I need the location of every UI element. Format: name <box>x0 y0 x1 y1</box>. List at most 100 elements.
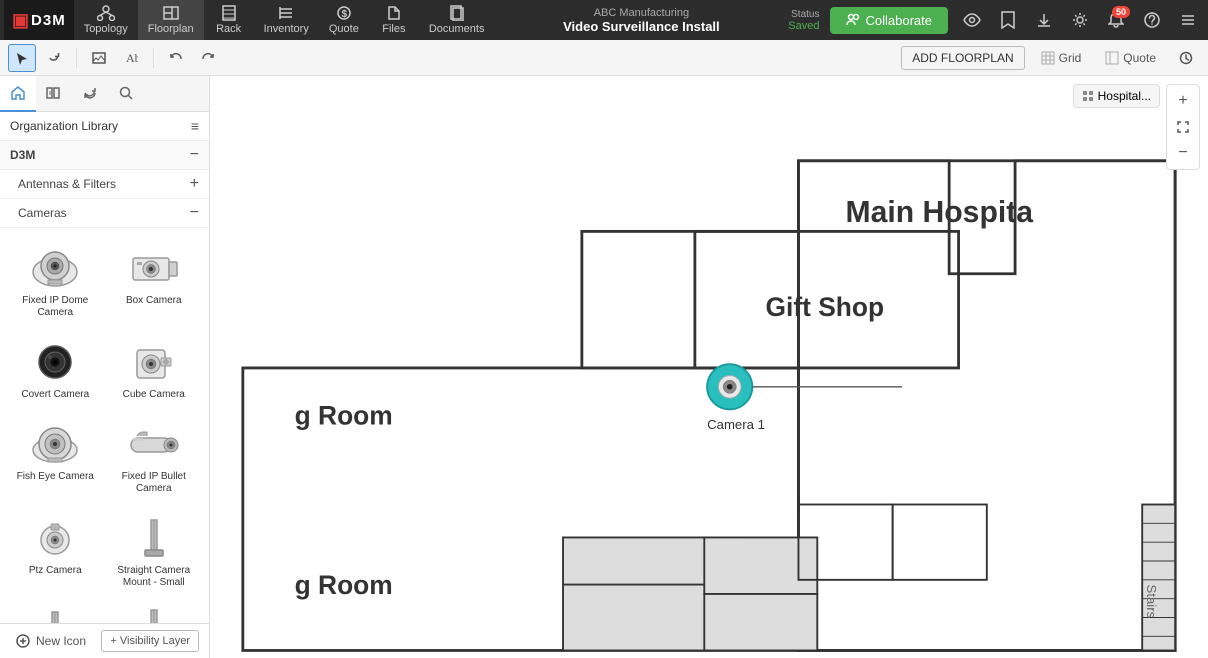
hamburger-icon <box>1180 12 1196 28</box>
cameras-section-header[interactable]: Cameras − <box>0 199 209 228</box>
download-icon-button[interactable] <box>1028 4 1060 36</box>
camera-item-covert[interactable]: Covert Camera <box>8 330 103 408</box>
hamburger-icon-button[interactable] <box>1172 4 1204 36</box>
new-icon-button[interactable]: New Icon <box>10 630 92 652</box>
d3m-section-header[interactable]: D3M − <box>0 141 209 170</box>
sidebar-home-button[interactable] <box>0 76 36 112</box>
cameras-collapse-button[interactable]: − <box>190 204 199 222</box>
sidebar-search-button[interactable] <box>108 76 144 112</box>
nav-quote-label: Quote <box>329 23 359 35</box>
zoom-out-button[interactable]: − <box>1171 141 1195 165</box>
camera-item-ptz[interactable]: Ptz Camera <box>8 506 103 596</box>
app-logo[interactable]: ▣ D3M <box>4 0 74 40</box>
d3m-collapse-button[interactable]: − <box>190 146 199 164</box>
grid-view-button[interactable]: Grid <box>1033 47 1090 69</box>
grid-label: Grid <box>1059 51 1082 65</box>
sidebar-content: Organization Library ≡ D3M − Antennas & … <box>0 112 209 623</box>
bookmark-icon-button[interactable] <box>992 4 1024 36</box>
status-value: Saved <box>788 20 819 32</box>
toolbar-separator-2 <box>153 48 154 68</box>
nav-files-label: Files <box>382 23 405 35</box>
notification-badge: 50 <box>1112 6 1130 18</box>
redo-button[interactable] <box>194 44 222 72</box>
nav-floorplan[interactable]: Floorplan <box>138 0 204 40</box>
camera-item-straight-mount-large[interactable]: Straight Camera Mount - Large <box>107 600 202 623</box>
camera-icon-straight-mount-medium <box>25 607 85 623</box>
nav-topology-label: Topology <box>84 23 128 35</box>
sidebar-library-button[interactable] <box>36 76 72 112</box>
svg-text:Main Hospita: Main Hospita <box>846 196 1034 229</box>
camera-item-fish-eye[interactable]: Fish Eye Camera <box>8 412 103 502</box>
camera-item-straight-mount-medium[interactable]: Straight Camera Mount - Medium <box>8 600 103 623</box>
image-tool-button[interactable] <box>85 44 113 72</box>
svg-text:Abc: Abc <box>126 51 138 65</box>
history-button[interactable] <box>1172 44 1200 72</box>
fit-icon <box>1176 120 1190 134</box>
nav-documents[interactable]: Documents <box>419 0 495 40</box>
camera-item-straight-mount-small[interactable]: Straight Camera Mount - Small <box>107 506 202 596</box>
camera-icon-fish-eye <box>25 419 85 469</box>
help-icon-button[interactable] <box>1136 4 1168 36</box>
nav-quote[interactable]: $ Quote <box>319 0 369 40</box>
antennas-expand-button[interactable]: + <box>190 175 199 193</box>
bookmark-icon <box>1000 11 1016 29</box>
camera-item-box[interactable]: Box Camera <box>107 236 202 326</box>
undo-button[interactable] <box>162 44 190 72</box>
nav-floorplan-label: Floorplan <box>148 23 194 35</box>
toolbar-right-group: ADD FLOORPLAN Grid Quote <box>901 44 1200 72</box>
select-tool-button[interactable] <box>8 44 36 72</box>
main-layout: Organization Library ≡ D3M − Antennas & … <box>0 76 1208 658</box>
eye-icon <box>963 11 981 29</box>
camera-item-cube[interactable]: Cube Camera <box>107 330 202 408</box>
rotate-tool-button[interactable] <box>40 44 68 72</box>
drawing-toolbar: Abc ADD FLOORPLAN Grid <box>0 40 1208 76</box>
camera-label-fixed-ip-bullet: Fixed IP Bullet Camera <box>112 471 197 495</box>
camera-label-covert: Covert Camera <box>21 389 89 401</box>
logo-text: D3M <box>31 12 66 29</box>
quote-view-button[interactable]: Quote <box>1097 47 1164 69</box>
visibility-layer-label: + Visibility Layer <box>110 635 190 647</box>
visibility-layer-button[interactable]: + Visibility Layer <box>101 630 199 652</box>
collaborate-button[interactable]: Collaborate <box>830 7 949 34</box>
zoom-fit-button[interactable] <box>1171 115 1195 139</box>
toolbar-separator-1 <box>76 48 77 68</box>
camera-icon-straight-mount-small <box>124 513 184 563</box>
org-library-options-button[interactable]: ≡ <box>191 118 199 134</box>
top-navigation: ▣ D3M Topology Floorplan Rack <box>0 0 1208 40</box>
location-badge[interactable]: Hospital... <box>1073 84 1160 108</box>
grid-icon <box>1041 51 1055 65</box>
camera-icon-fixed-ip-dome <box>25 243 85 293</box>
svg-text:$: $ <box>341 9 347 20</box>
nav-files[interactable]: Files <box>369 0 419 40</box>
camera-label-box: Box Camera <box>126 295 182 307</box>
project-name: Video Surveillance Install <box>563 19 720 34</box>
svg-text:Camera 1: Camera 1 <box>707 417 765 432</box>
cameras-label: Cameras <box>18 206 67 220</box>
camera-label-fish-eye: Fish Eye Camera <box>17 471 94 483</box>
d3m-label: D3M <box>10 148 35 162</box>
notification-icon-button[interactable]: 50 <box>1100 4 1132 36</box>
nav-documents-label: Documents <box>429 23 485 35</box>
settings-icon-button[interactable] <box>1064 4 1096 36</box>
add-floorplan-button[interactable]: ADD FLOORPLAN <box>901 46 1024 70</box>
antennas-section-header[interactable]: Antennas & Filters + <box>0 170 209 199</box>
camera-item-fixed-ip-dome[interactable]: Fixed IP Dome Camera <box>8 236 103 326</box>
camera-icon-covert <box>25 337 85 387</box>
eye-icon-button[interactable] <box>956 4 988 36</box>
nav-icon-group: 50 <box>956 4 1204 36</box>
redo-icon <box>201 51 215 65</box>
canvas-area[interactable]: + − Hospital... <box>210 76 1208 658</box>
text-tool-button[interactable]: Abc <box>117 44 145 72</box>
floorplan-canvas[interactable]: Gift Shop Main Hospita g Room g Room Sta… <box>210 76 1208 658</box>
nav-inventory[interactable]: Inventory <box>254 0 319 40</box>
sidebar-refresh-button[interactable] <box>72 76 108 112</box>
question-icon <box>1144 12 1160 28</box>
camera-icon-straight-mount-large <box>124 607 184 623</box>
new-icon-label: New Icon <box>36 634 86 648</box>
nav-topology[interactable]: Topology <box>74 0 138 40</box>
nav-rack[interactable]: Rack <box>204 0 254 40</box>
camera-item-fixed-ip-bullet[interactable]: Fixed IP Bullet Camera <box>107 412 202 502</box>
camera-icon-ptz <box>25 513 85 563</box>
zoom-in-button[interactable]: + <box>1171 89 1195 113</box>
org-library-label: Organization Library <box>10 119 118 133</box>
